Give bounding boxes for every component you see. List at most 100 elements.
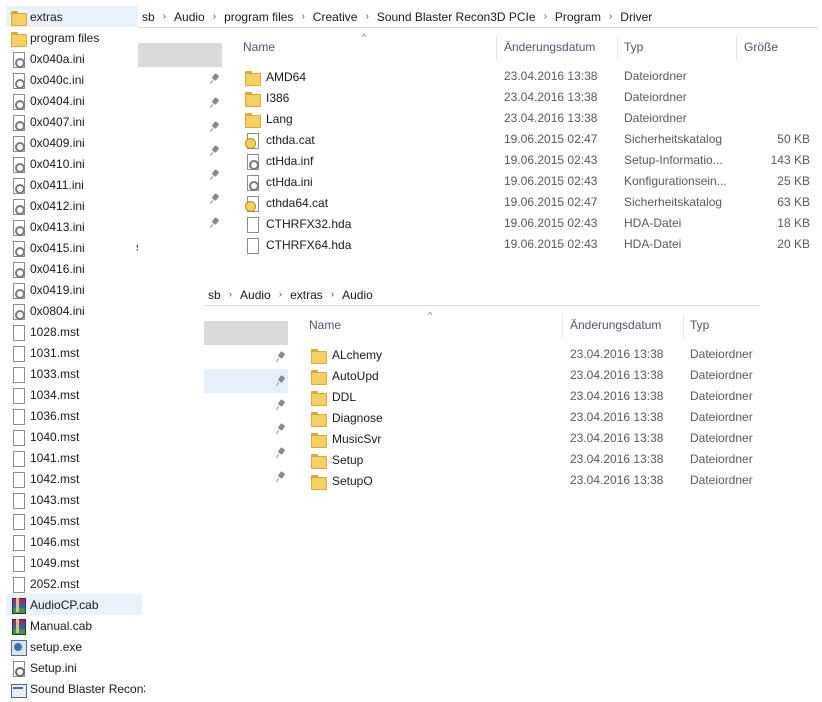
list-item[interactable]: 1045.mst — [6, 510, 142, 531]
breadcrumb[interactable]: sb › Audio › extras › Audio — [204, 284, 760, 306]
table-row[interactable]: Lang 23.04.2016 13:38 Dateiordner — [238, 108, 816, 129]
list-item[interactable]: Setup.ini — [6, 657, 142, 678]
pin-icon[interactable] — [210, 122, 220, 132]
pin-icon[interactable] — [210, 74, 220, 84]
table-row[interactable]: Setup 23.04.2016 13:38 Dateiordner — [304, 449, 760, 470]
column-header-name[interactable]: Name — [243, 40, 275, 54]
breadcrumb-segment[interactable]: Audio — [338, 288, 377, 302]
table-row[interactable]: MusicSvr 23.04.2016 13:38 Dateiordner — [304, 428, 760, 449]
breadcrumb-segment[interactable]: Sound Blaster Recon3D PCIe — [373, 10, 540, 24]
list-item[interactable]: AudioCP.cab — [6, 594, 142, 615]
breadcrumb-segment[interactable]: Creative — [309, 10, 362, 24]
breadcrumb[interactable]: sb › Audio › program files › Creative › Sound Bl… — [138, 6, 818, 28]
list-item[interactable]: 2052.mst — [6, 573, 142, 594]
list-item[interactable]: 0x0411.ini — [6, 174, 142, 195]
list-item[interactable]: 0x0804.ini — [6, 300, 142, 321]
list-item-label: 0x0804.ini — [30, 303, 85, 318]
list-item[interactable]: 0x0404.ini — [6, 90, 142, 111]
breadcrumb-segment[interactable]: extras — [286, 288, 327, 302]
list-item[interactable]: 1041.mst — [6, 447, 142, 468]
table-row[interactable]: AutoUpd 23.04.2016 13:38 Dateiordner — [304, 365, 760, 386]
pin-icon[interactable] — [276, 376, 286, 386]
list-item[interactable]: 0x0419.ini — [6, 279, 142, 300]
table-row[interactable]: SetupO 23.04.2016 13:38 Dateiordner — [304, 470, 760, 491]
table-row[interactable]: ctHda.ini 19.06.2015 02:43 Konfigurationse… — [238, 171, 816, 192]
name-cell: CTHRFX32.hda — [244, 216, 351, 233]
table-row[interactable]: cthda.cat 19.06.2015 02:47 Sicherheitskata… — [238, 129, 816, 150]
security-catalog-icon — [244, 195, 260, 212]
table-row[interactable]: CTHRFX32.hda 19.06.2015 02:43 HDA-Datei 18 … — [238, 213, 816, 234]
table-row[interactable]: Diagnose 23.04.2016 13:38 Dateiordner — [304, 407, 760, 428]
list-item[interactable]: 0x0416.ini — [6, 258, 142, 279]
list-item[interactable]: 1034.mst — [6, 384, 142, 405]
table-row[interactable]: ctHda.inf 19.06.2015 02:43 Setup-Informati… — [238, 150, 816, 171]
column-header-type[interactable]: Typ — [624, 40, 643, 54]
chevron-right-icon[interactable]: › — [327, 289, 338, 300]
table-row[interactable]: DDL 23.04.2016 13:38 Dateiordner — [304, 386, 760, 407]
list-item[interactable]: 0x0415.ini — [6, 237, 142, 258]
list-item[interactable]: 1040.mst — [6, 426, 142, 447]
column-header-date[interactable]: Änderungsdatum — [570, 318, 661, 332]
breadcrumb-segment[interactable]: sb — [138, 10, 159, 24]
chevron-right-icon[interactable]: › — [209, 11, 220, 22]
pin-icon[interactable] — [276, 400, 286, 410]
size-cell: 143 KB — [770, 153, 810, 167]
breadcrumb-segment[interactable]: program files — [220, 10, 297, 24]
chevron-right-icon[interactable]: › — [159, 11, 170, 22]
list-item[interactable]: program files — [6, 27, 142, 48]
column-header-date[interactable]: Änderungsdatum — [504, 40, 595, 54]
list-item[interactable]: Sound Blaster Recon3 — [6, 678, 145, 699]
list-item[interactable]: 1033.mst — [6, 363, 142, 384]
table-row[interactable]: I386 23.04.2016 13:38 Dateiordner — [238, 87, 816, 108]
list-item[interactable]: 1028.mst — [6, 321, 142, 342]
chevron-right-icon[interactable]: › — [225, 289, 236, 300]
list-item[interactable]: 0x040a.ini — [6, 48, 142, 69]
column-header-type[interactable]: Typ — [690, 318, 709, 332]
chevron-right-icon[interactable]: › — [540, 11, 551, 22]
breadcrumb-segment[interactable]: Audio — [170, 10, 209, 24]
table-row[interactable]: CTHRFX64.hda 19.06.2015 02:43 HDA-Datei 20 … — [238, 234, 816, 255]
pin-icon[interactable] — [210, 98, 220, 108]
pin-icon[interactable] — [210, 146, 220, 156]
list-item[interactable]: 0x040c.ini — [6, 69, 142, 90]
list-item[interactable]: 1042.mst — [6, 468, 142, 489]
list-item[interactable]: 0x0410.ini — [6, 153, 142, 174]
breadcrumb-segment[interactable]: Program — [551, 10, 605, 24]
table-row[interactable]: cthda64.cat 19.06.2015 02:47 Sicherheitska… — [238, 192, 816, 213]
navigation-pane-item[interactable] — [204, 321, 288, 345]
pin-icon[interactable] — [210, 218, 220, 228]
pin-icon[interactable] — [276, 424, 286, 434]
chevron-right-icon[interactable]: › — [361, 11, 372, 22]
list-item[interactable]: 1036.mst — [6, 405, 142, 426]
chevron-right-icon[interactable]: › — [275, 289, 286, 300]
list-item[interactable]: 1049.mst — [6, 552, 142, 573]
column-header-size[interactable]: Größe — [744, 40, 778, 54]
breadcrumb-segment[interactable]: Driver — [616, 10, 656, 24]
breadcrumb-segment[interactable]: sb — [204, 288, 225, 302]
list-item[interactable]: 0x0407.ini — [6, 111, 142, 132]
list-item[interactable]: extras — [6, 6, 142, 27]
chevron-right-icon[interactable]: › — [297, 11, 308, 22]
pin-icon[interactable] — [210, 170, 220, 180]
pin-icon[interactable] — [276, 472, 286, 482]
pin-icon[interactable] — [210, 194, 220, 204]
breadcrumb-segment[interactable]: Audio — [236, 288, 275, 302]
chevron-right-icon[interactable]: › — [605, 11, 616, 22]
table-row[interactable]: ALchemy 23.04.2016 13:38 Dateiordner — [304, 344, 760, 365]
list-item[interactable]: 1031.mst — [6, 342, 142, 363]
list-item[interactable]: 0x0412.ini — [6, 195, 142, 216]
list-item[interactable]: Manual.cab — [6, 615, 142, 636]
navigation-pane-item[interactable] — [138, 43, 222, 67]
list-item[interactable]: 0x0409.ini — [6, 132, 142, 153]
table-row[interactable]: AMD64 23.04.2016 13:38 Dateiordner — [238, 66, 816, 87]
column-header-name[interactable]: Name — [309, 318, 341, 332]
list-item[interactable]: setup.exe — [6, 636, 142, 657]
pin-icon[interactable] — [276, 448, 286, 458]
list-item[interactable]: 0x0413.ini — [6, 216, 142, 237]
list-item[interactable]: 1043.mst — [6, 489, 142, 510]
document-icon — [10, 366, 26, 383]
list-item[interactable]: 1046.mst — [6, 531, 142, 552]
list-item-label: AudioCP.cab — [30, 597, 99, 612]
name-cell: ALchemy — [310, 347, 382, 364]
pin-icon[interactable] — [276, 352, 286, 362]
